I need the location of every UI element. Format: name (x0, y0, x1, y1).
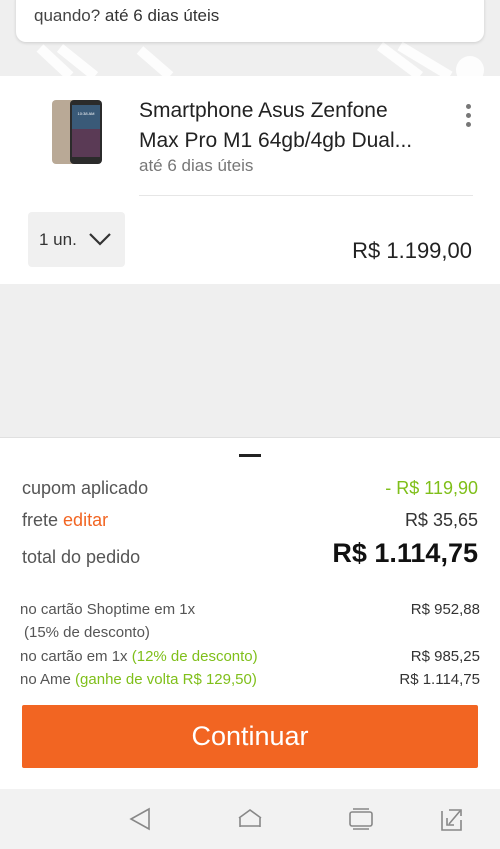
back-icon[interactable] (127, 806, 153, 832)
product-price: R$ 1.199,00 (352, 238, 472, 263)
delivery-card: quando? até 6 dias úteis editar (16, 0, 484, 42)
card-payment-label: no cartão em 1x (12% de desconto) (20, 648, 258, 665)
product-title-line1: Smartphone Asus Zenfone (139, 99, 388, 122)
recents-icon[interactable] (347, 806, 375, 832)
delivery-when-label: quando? (34, 6, 101, 25)
ame-payment-value: R$ 1.114,75 (399, 671, 480, 688)
edit-shipping-link[interactable]: editar (63, 510, 108, 530)
coupon-label: cupom aplicado (22, 478, 149, 498)
more-vertical-icon[interactable] (460, 104, 476, 130)
sheet-handle[interactable] (239, 454, 261, 457)
order-summary-sheet: cupom aplicado - R$ 119,90 frete editar … (0, 437, 500, 789)
shipping-value: R$ 35,65 (404, 510, 478, 530)
coupon-value: - R$ 119,90 (385, 478, 478, 498)
delivery-strip: quando? até 6 dias úteis editar (0, 0, 500, 76)
delivery-when-value: até 6 dias úteis (104, 6, 220, 25)
card-payment-discount: (12% de desconto) (131, 648, 258, 665)
shoptime-card-discount: (15% de desconto) (24, 624, 150, 641)
ame-payment-text: no Ame (20, 671, 71, 688)
shoptime-card-label: no cartão Shoptime em 1x (20, 601, 196, 618)
shoptime-card-value: R$ 952,88 (410, 601, 480, 618)
total-label: total do pedido (22, 547, 141, 567)
shipping-row-label: frete editar (22, 510, 108, 531)
screen-expand-icon[interactable] (439, 806, 465, 834)
product-image[interactable]: 10:38 AM (51, 99, 103, 165)
quantity-selector[interactable]: 1 un. (28, 212, 125, 267)
cart-item: 10:38 AM Smartphone Asus Zenfone Max Pro… (0, 78, 500, 284)
ame-payment-label: no Ame (ganhe de volta R$ 129,50) (20, 671, 257, 688)
product-title-line2: Max Pro M1 64gb/4gb Dual... (139, 129, 413, 152)
background-area (0, 284, 500, 437)
decorative-pattern (36, 41, 484, 76)
divider (139, 195, 473, 196)
shipping-label: frete (22, 510, 59, 530)
card-payment-text: no cartão em 1x (20, 648, 128, 665)
product-shipping-time: até 6 dias úteis (139, 156, 254, 175)
continue-button[interactable]: Continuar (22, 705, 478, 768)
quantity-value: 1 un. (39, 230, 77, 249)
edit-delivery-link[interactable]: editar (423, 0, 466, 2)
delivery-when: quando? até 6 dias úteis (34, 6, 219, 26)
system-nav-bar (0, 789, 500, 849)
home-icon[interactable] (236, 806, 264, 832)
total-value: R$ 1.114,75 (332, 538, 478, 568)
phone-screen-time: 10:38 AM (78, 111, 95, 116)
chevron-down-icon (89, 233, 111, 246)
ame-cashback: (ganhe de volta R$ 129,50) (75, 671, 257, 688)
product-title[interactable]: Smartphone Asus Zenfone Max Pro M1 64gb/… (139, 96, 439, 156)
card-payment-value: R$ 985,25 (410, 648, 480, 665)
